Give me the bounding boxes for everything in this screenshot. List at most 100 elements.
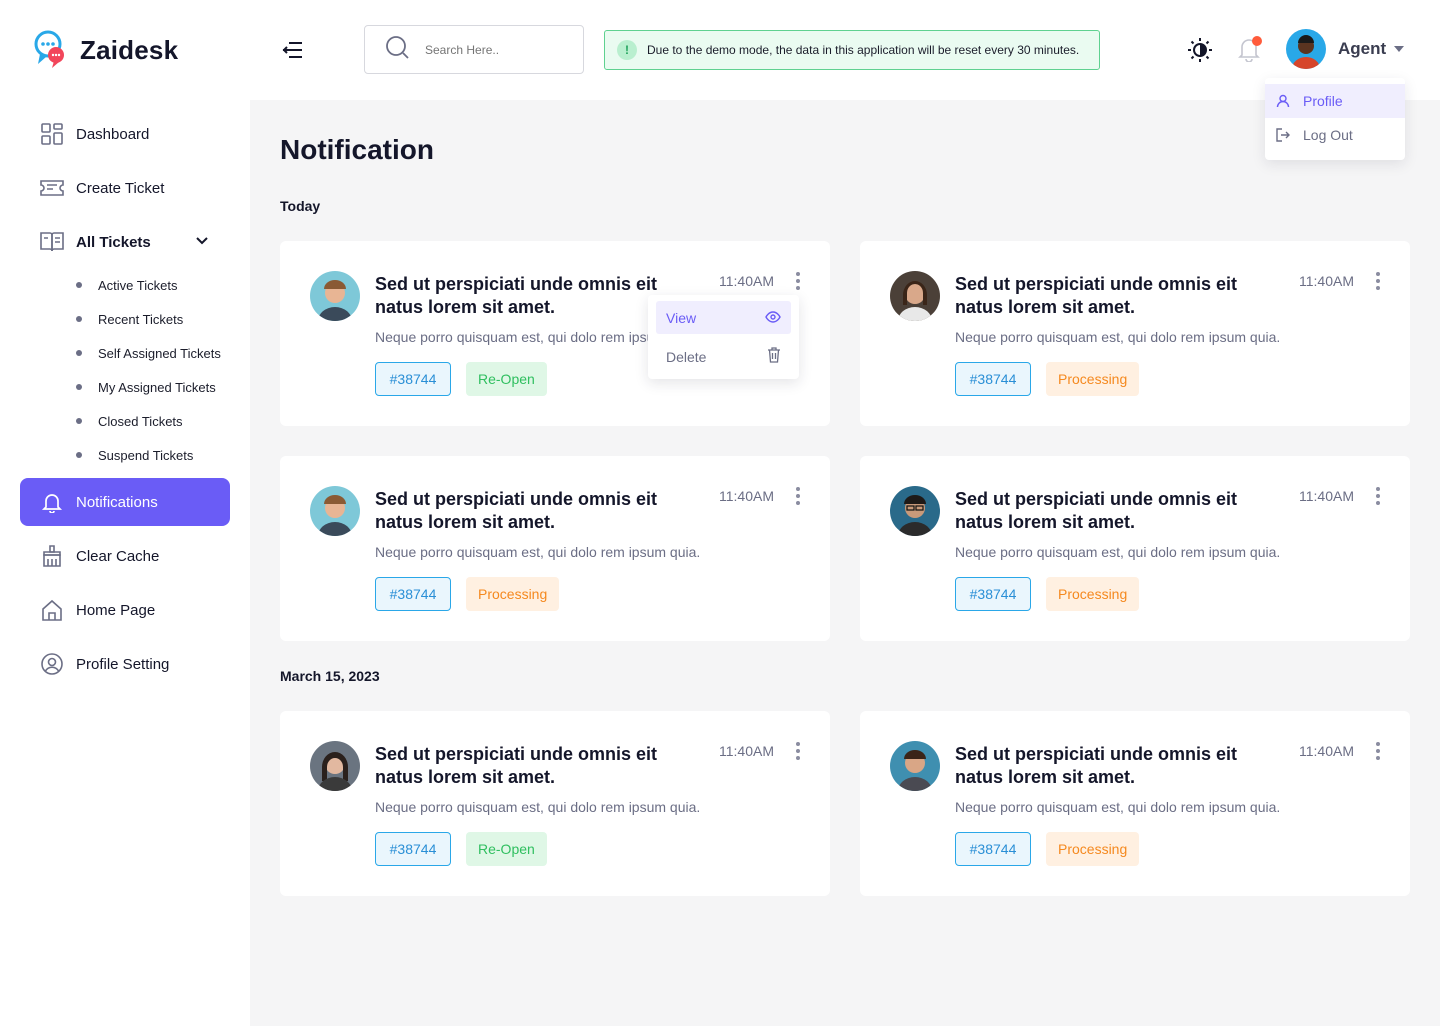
group-label-today: Today [280,198,321,214]
sidebar: Zaidesk Dashboard Create Ticket All Tick… [0,0,250,1026]
all-tickets-submenu: Active Tickets Recent Tickets Self Assig… [20,268,230,472]
sidebar-item-label: Notifications [76,493,158,511]
ticket-id-badge[interactable]: #38744 [375,832,451,866]
notification-card[interactable]: Sed ut perspiciati unde omnis eit natus … [280,456,830,641]
caret-down-icon [1394,46,1405,52]
status-badge: Processing [466,577,560,611]
avatar [890,486,940,536]
menu-item-view[interactable]: View [656,301,791,334]
notification-description: Neque porro quisquam est, qui dolo rem i… [375,544,701,560]
avatar [890,271,940,321]
notification-title: Sed ut perspiciati unde omnis eit natus … [955,744,1238,787]
notification-time: 11:40AM [719,488,774,504]
sidebar-item-clear-cache[interactable]: Clear Cache [20,532,230,580]
eye-icon [765,310,781,326]
menu-collapse-icon[interactable] [280,38,304,62]
user-circle-icon [40,652,64,676]
avatar [890,741,940,791]
notification-title: Sed ut perspiciati unde omnis eit natus … [375,489,658,532]
menu-item-label: Profile [1303,93,1343,109]
logout-icon [1275,127,1291,143]
notification-title: Sed ut perspiciati unde omnis eit natus … [955,489,1238,532]
user-dropdown-menu: Profile Log Out [1265,78,1405,160]
notification-card[interactable]: Sed ut perspiciati unde omnis eit natus … [280,711,830,896]
more-vertical-icon[interactable] [1368,486,1388,506]
theme-toggle-icon[interactable] [1186,36,1214,64]
status-badge: Processing [1046,362,1140,396]
status-badge: Processing [1046,832,1140,866]
sidebar-item-label: Dashboard [76,125,150,143]
chat-bubble-logo-icon [34,30,68,70]
menu-item-delete[interactable]: Delete [656,340,791,373]
ticket-id-badge[interactable]: #38744 [375,362,451,396]
brand-logo[interactable]: Zaidesk [34,30,178,70]
sidebar-item-all-tickets[interactable]: All Tickets [20,218,230,266]
sidebar-item-create-ticket[interactable]: Create Ticket [20,164,230,212]
notification-card[interactable]: Sed ut perspiciati unde omnis eit natus … [860,711,1410,896]
home-icon [40,598,64,622]
chevron-down-icon[interactable] [194,232,210,253]
sidebar-item-label: Clear Cache [76,547,160,565]
sidebar-item-profile-setting[interactable]: Profile Setting [20,640,230,688]
sidebar-subitem-my-assigned-tickets[interactable]: My Assigned Tickets [76,370,230,404]
sidebar-item-label: All Tickets [76,233,151,251]
notification-title: Sed ut perspiciati unde omnis eit natus … [375,744,658,787]
search-input[interactable] [425,42,565,57]
more-vertical-icon[interactable] [1368,271,1388,291]
notification-title: Sed ut perspiciati unde omnis eit natus … [375,274,658,317]
user-menu-toggle[interactable]: Agent [1286,29,1405,69]
tickets-list-icon [40,230,64,254]
user-name: Agent [1338,39,1387,58]
sidebar-nav: Dashboard Create Ticket All Tickets Acti… [20,110,230,694]
menu-item-logout[interactable]: Log Out [1265,118,1405,152]
notification-card[interactable]: Sed ut perspiciati unde omnis eit natus … [860,241,1410,426]
brand-name: Zaidesk [80,34,179,65]
sidebar-item-label: Home Page [76,601,156,619]
notification-time: 11:40AM [719,743,774,759]
status-badge: Re-Open [466,362,547,396]
card-action-menu: View Delete [648,295,799,379]
menu-item-profile[interactable]: Profile [1265,84,1405,118]
broom-icon [40,544,64,568]
notification-time: 11:40AM [1299,273,1354,289]
search-box [364,25,584,74]
notification-description: Neque porro quisquam est, qui dolo rem i… [375,799,701,815]
notification-card[interactable]: Sed ut perspiciati unde omnis eit natus … [860,456,1410,641]
sidebar-subitem-suspend-tickets[interactable]: Suspend Tickets [76,438,230,472]
more-vertical-icon[interactable] [788,486,808,506]
avatar [310,741,360,791]
notification-description: Neque porro quisquam est, qui dolo rem i… [955,799,1281,815]
sidebar-item-home-page[interactable]: Home Page [20,586,230,634]
notification-description: Neque porro quisquam est, qui dolo rem i… [955,329,1281,345]
trash-icon [767,347,781,366]
notification-description: Neque porro quisquam est, qui dolo rem i… [955,544,1281,560]
ticket-id-badge[interactable]: #38744 [375,577,451,611]
ticket-id-badge[interactable]: #38744 [955,577,1031,611]
sidebar-item-dashboard[interactable]: Dashboard [20,110,230,158]
notification-bell-icon[interactable] [1236,36,1264,64]
bell-icon [40,490,64,514]
ticket-icon [40,176,64,200]
more-vertical-icon[interactable] [1368,741,1388,761]
sidebar-subitem-recent-tickets[interactable]: Recent Tickets [76,302,230,336]
sidebar-item-notifications[interactable]: Notifications [20,478,230,526]
notification-time: 11:40AM [719,273,774,289]
sidebar-subitem-self-assigned-tickets[interactable]: Self Assigned Tickets [76,336,230,370]
ticket-id-badge[interactable]: #38744 [955,362,1031,396]
user-icon [1275,93,1291,109]
demo-mode-banner: ! Due to the demo mode, the data in this… [604,30,1100,70]
menu-item-label: Log Out [1303,127,1353,143]
more-vertical-icon[interactable] [788,741,808,761]
notification-time: 11:40AM [1299,488,1354,504]
menu-item-label: Delete [666,348,707,365]
info-alert-icon: ! [617,40,637,60]
menu-item-label: View [666,309,697,326]
dashboard-icon [40,122,64,146]
sidebar-subitem-closed-tickets[interactable]: Closed Tickets [76,404,230,438]
status-badge: Processing [1046,577,1140,611]
search-icon[interactable] [385,35,409,64]
ticket-id-badge[interactable]: #38744 [955,832,1031,866]
sidebar-item-label: Create Ticket [76,179,165,197]
sidebar-subitem-active-tickets[interactable]: Active Tickets [76,268,230,302]
more-vertical-icon[interactable] [788,271,808,291]
